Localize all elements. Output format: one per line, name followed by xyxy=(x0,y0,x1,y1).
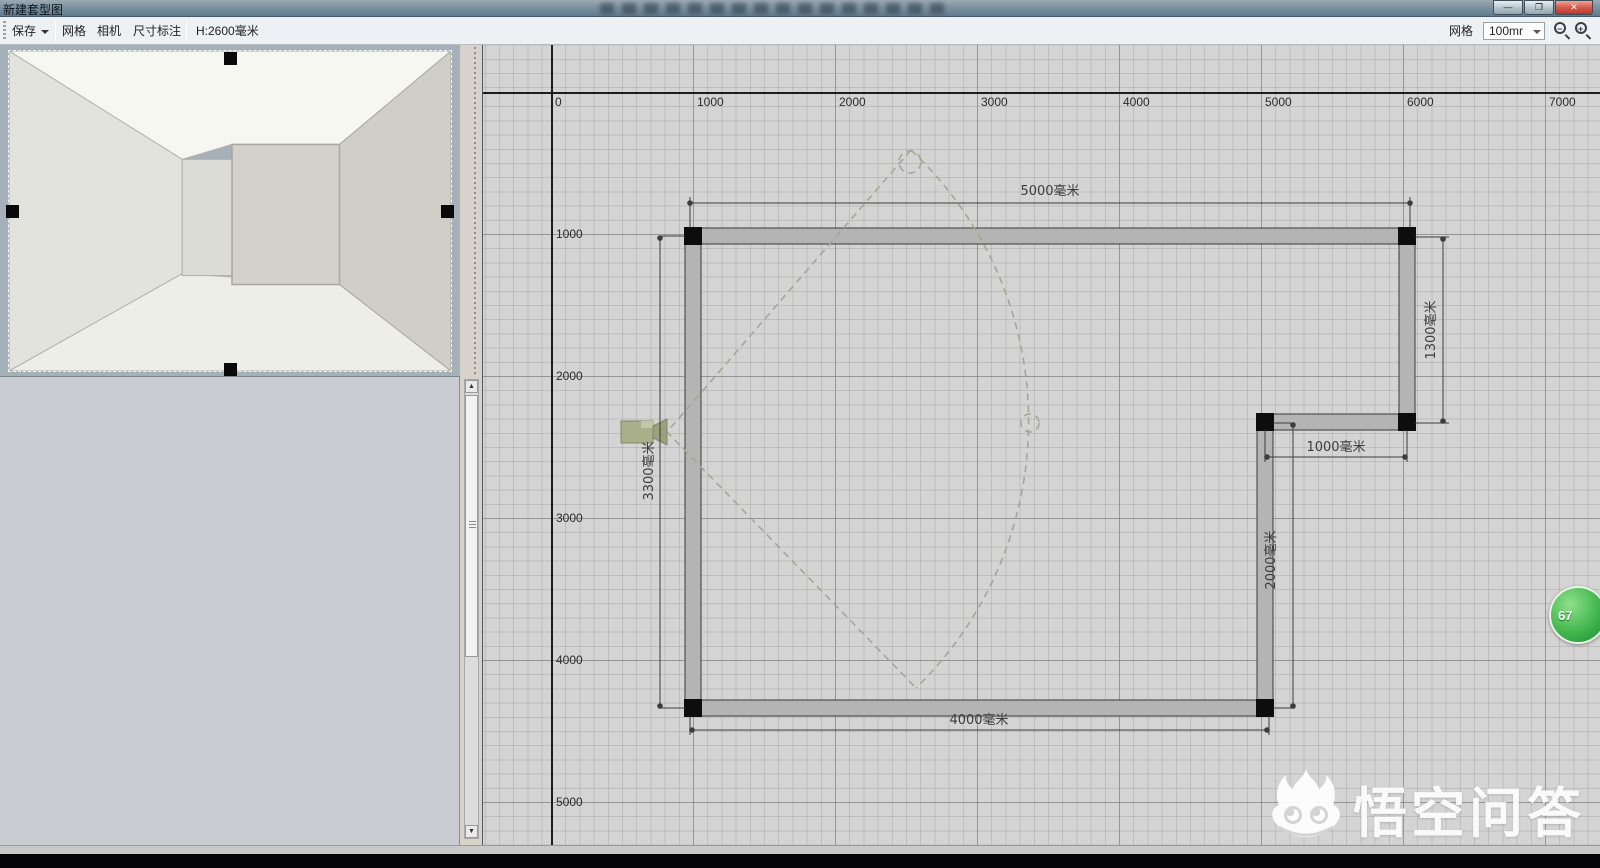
close-button[interactable]: ✕ xyxy=(1555,0,1593,15)
badge-count: 67 xyxy=(1558,608,1572,623)
thumbnail-scrollbar[interactable]: ▲ ▼ xyxy=(464,379,479,839)
close-icon: ✕ xyxy=(1570,3,1578,12)
minimize-button[interactable]: — xyxy=(1493,0,1523,15)
window-title: 新建套型图 xyxy=(3,1,63,18)
wall-right[interactable] xyxy=(1399,228,1415,430)
wall-notch-horizontal[interactable] xyxy=(1257,414,1415,430)
toolbar: 保存 网格 相机 尺寸标注 H:2600毫米 网格 100mr − + xyxy=(0,17,1600,45)
plan-thumbnail-list xyxy=(0,378,460,845)
splitter-grip xyxy=(474,47,476,375)
toolbar-separator xyxy=(186,21,187,41)
minimize-icon: — xyxy=(1504,3,1513,12)
fov-handle[interactable] xyxy=(899,151,921,173)
save-button[interactable]: 保存 xyxy=(8,22,53,40)
window-bottom-edge xyxy=(0,845,1600,854)
title-bar: 新建套型图 — ❐ ✕ xyxy=(0,0,1600,17)
scroll-up-button[interactable]: ▲ xyxy=(465,380,478,393)
dim-notch: 1000毫米 xyxy=(1265,430,1408,462)
zoom-in-button[interactable]: + xyxy=(1574,21,1593,40)
restore-icon: ❐ xyxy=(1535,3,1543,12)
scrollbar-thumb[interactable] xyxy=(465,395,478,657)
resize-handle-bottom[interactable] xyxy=(224,363,237,376)
dimension-annotations: 5000毫米 1300毫米 1000毫米 xyxy=(641,183,1449,735)
toolbar-separator xyxy=(55,21,56,41)
grid-size-label: 网格 xyxy=(1445,22,1477,40)
panel-splitter[interactable]: ▲ ▼ xyxy=(461,45,482,845)
application-window: 新建套型图 — ❐ ✕ 保存 网格 相机 尺寸标注 H:2600毫米 网格 10… xyxy=(0,0,1600,868)
resize-handle-top[interactable] xyxy=(224,52,237,65)
corner-post[interactable] xyxy=(684,227,702,245)
fov-handle[interactable] xyxy=(1021,414,1039,432)
walls xyxy=(685,228,1415,716)
svg-text:2000毫米: 2000毫米 xyxy=(1263,530,1279,589)
wukong-logo-icon xyxy=(1265,763,1347,845)
grid-button[interactable]: 网格 xyxy=(58,22,90,40)
room-render xyxy=(8,50,452,372)
dim-left: 3300毫米 xyxy=(641,236,685,709)
dim-top: 5000毫米 xyxy=(688,183,1413,228)
main-content: ▲ ▼ 01000200030004000500060007000 100020… xyxy=(0,45,1600,845)
svg-text:1000毫米: 1000毫米 xyxy=(1306,439,1365,455)
notification-badge[interactable]: 67 xyxy=(1549,586,1600,644)
restore-button[interactable]: ❐ xyxy=(1524,0,1554,15)
combo-caret-icon xyxy=(1533,30,1541,34)
room-3d-preview[interactable] xyxy=(0,45,460,377)
scroll-down-button[interactable]: ▼ xyxy=(465,825,478,838)
svg-text:4000毫米: 4000毫米 xyxy=(949,712,1008,728)
save-dropdown-caret-icon xyxy=(41,30,49,34)
dimension-button[interactable]: 尺寸标注 xyxy=(129,22,185,40)
watermark-text: 悟空问答 xyxy=(1353,769,1585,845)
grid-size-select[interactable]: 100mr xyxy=(1483,22,1545,40)
svg-text:3300毫米: 3300毫米 xyxy=(641,441,657,500)
zoom-out-button[interactable]: − xyxy=(1553,21,1572,40)
room-perspective xyxy=(9,51,451,371)
camera-button[interactable]: 相机 xyxy=(93,22,125,40)
wall-top[interactable] xyxy=(685,228,1415,244)
corner-post[interactable] xyxy=(1398,227,1416,245)
toolbar-grip[interactable] xyxy=(3,21,6,41)
resize-handle-right[interactable] xyxy=(441,205,454,218)
corner-post[interactable] xyxy=(1256,413,1274,431)
toolbar-separator xyxy=(1549,21,1550,41)
dim-right: 1300毫米 xyxy=(1415,237,1449,424)
watermark: 悟空问答 xyxy=(1265,763,1565,845)
resize-handle-left[interactable] xyxy=(6,205,19,218)
corner-post[interactable] xyxy=(1398,413,1416,431)
wall-corner-posts xyxy=(684,227,1416,717)
blurred-title-text xyxy=(600,3,950,14)
floor-plan-canvas[interactable]: 01000200030004000500060007000 1000200030… xyxy=(482,45,1600,845)
wall-height-value: H:2600毫米 xyxy=(192,22,263,40)
corner-post[interactable] xyxy=(1256,699,1274,717)
svg-text:5000毫米: 5000毫米 xyxy=(1020,183,1079,199)
corner-post[interactable] xyxy=(684,699,702,717)
floor-plan-drawing: 5000毫米 1300毫米 1000毫米 xyxy=(483,45,1600,845)
windows-taskbar[interactable] xyxy=(0,854,1600,868)
window-controls: — ❐ ✕ xyxy=(1492,0,1593,16)
left-panel xyxy=(0,45,460,845)
wall-left[interactable] xyxy=(685,228,701,716)
svg-text:1300毫米: 1300毫米 xyxy=(1423,300,1439,359)
